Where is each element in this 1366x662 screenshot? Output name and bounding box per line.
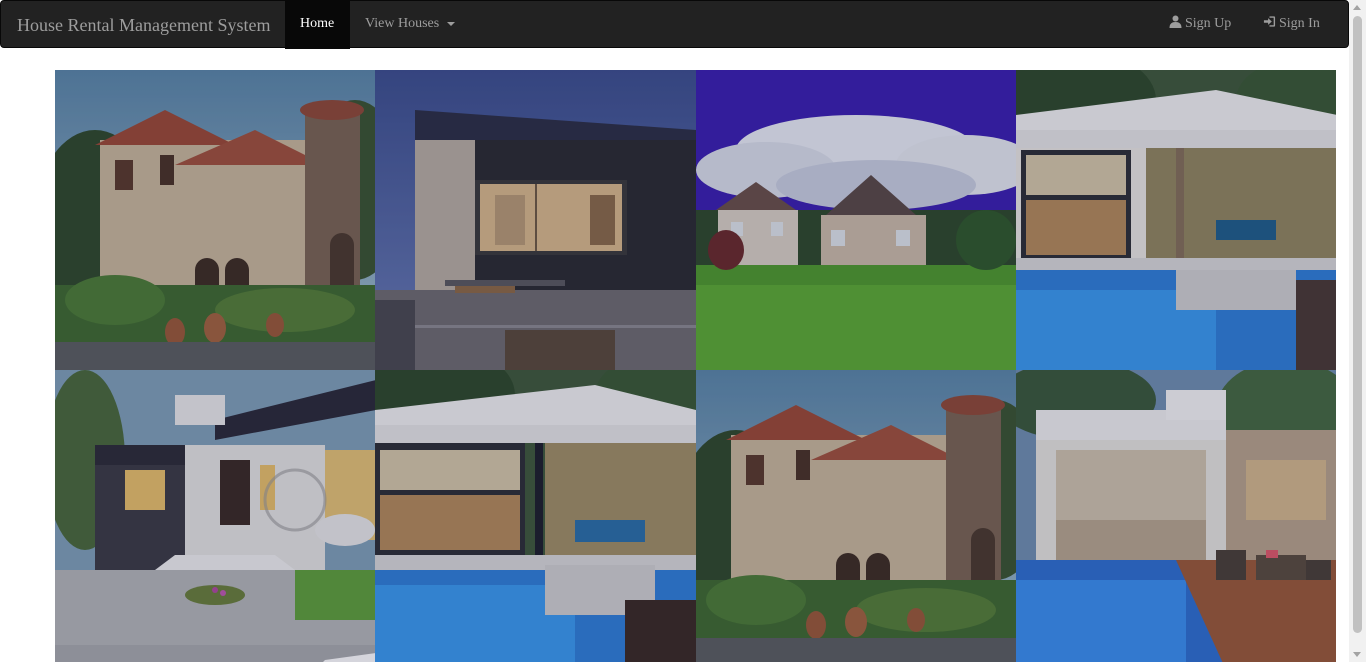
navbar: House Rental Management System Home View… (0, 0, 1349, 49)
sign-in-label: Sign In (1279, 16, 1320, 31)
vertical-scrollbar[interactable] (1349, 0, 1366, 662)
house-photo-5[interactable] (55, 370, 376, 662)
nav-view-houses-label: View Houses (365, 16, 440, 31)
scroll-down-icon[interactable] (1353, 652, 1361, 657)
house-photo-7[interactable] (696, 370, 1017, 662)
nav-sign-up[interactable]: Sign Up (1154, 1, 1246, 49)
mediterranean-villa-image (696, 370, 1017, 662)
nav-home-label: Home (300, 16, 335, 31)
house-photo-3[interactable] (696, 70, 1017, 370)
house-photo-1[interactable] (55, 70, 376, 370)
nav-sign-in[interactable]: Sign In (1248, 1, 1335, 49)
house-gallery (55, 70, 1336, 662)
modern-bungalow-image (55, 370, 376, 662)
house-photo-4[interactable] (1016, 70, 1336, 370)
house-photo-8[interactable] (1016, 370, 1336, 662)
scroll-thumb[interactable] (1353, 16, 1362, 633)
house-photo-2[interactable] (375, 70, 696, 370)
twin-brick-houses-image (696, 70, 1017, 370)
user-icon (1169, 15, 1182, 28)
sign-up-label: Sign Up (1185, 16, 1232, 31)
brand-title[interactable]: House Rental Management System (17, 1, 270, 49)
scroll-up-icon[interactable] (1353, 5, 1361, 10)
modern-dark-house-image (375, 70, 696, 370)
nav-home[interactable]: Home (285, 1, 350, 49)
white-pool-house-image (1016, 370, 1336, 662)
mediterranean-villa-image (55, 70, 376, 370)
chevron-down-icon (446, 21, 455, 26)
nav-view-houses-dropdown[interactable]: View Houses (350, 1, 470, 49)
house-photo-6[interactable] (375, 370, 696, 662)
modern-pool-house-image (1016, 70, 1336, 370)
modern-pool-house-image (375, 370, 696, 662)
sign-in-icon (1263, 16, 1276, 27)
